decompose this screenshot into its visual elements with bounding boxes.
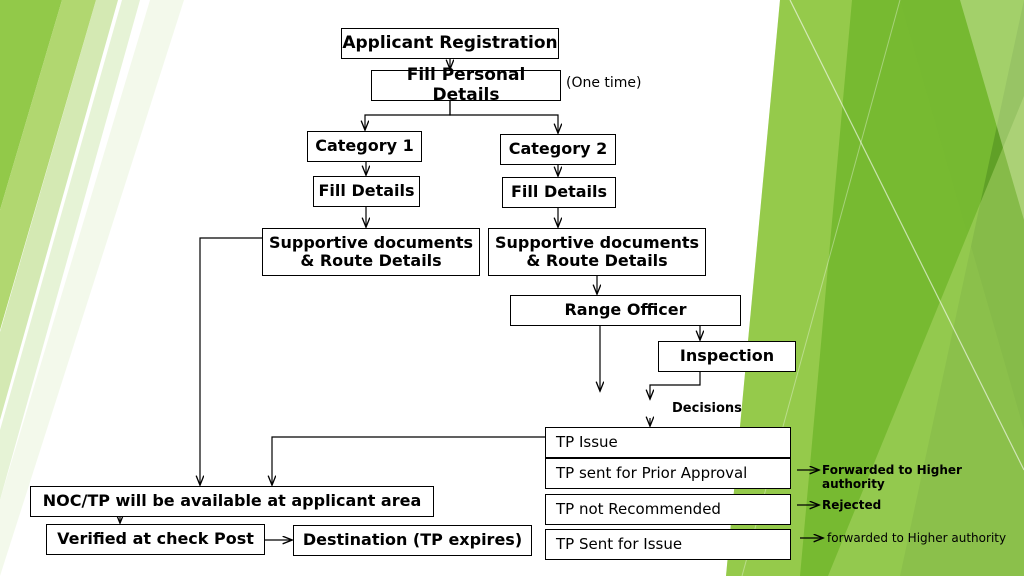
box-tp-not-recommended[interactable]: TP not Recommended bbox=[545, 494, 791, 525]
box-tp-sent-for-issue[interactable]: TP Sent for Issue bbox=[545, 529, 791, 560]
annotation-forwarded-to-higher-authority-2: forwarded to Higher authority bbox=[827, 531, 1007, 545]
box-supportive-documents-category-1[interactable]: Supportive documents & Route Details bbox=[262, 228, 480, 276]
box-tp-sent-for-prior-approval[interactable]: TP sent for Prior Approval bbox=[545, 458, 791, 489]
annotation-forwarded-to-higher-authority-1: Forwarded to Higher authority bbox=[822, 463, 962, 491]
box-verified-at-check-post[interactable]: Verified at check Post bbox=[46, 524, 265, 555]
box-category-1[interactable]: Category 1 bbox=[307, 131, 422, 162]
box-destination-tp-expires[interactable]: Destination (TP expires) bbox=[293, 525, 532, 556]
box-tp-issue[interactable]: TP Issue bbox=[545, 427, 791, 458]
box-supportive-documents-category-2[interactable]: Supportive documents & Route Details bbox=[488, 228, 706, 276]
box-inspection[interactable]: Inspection bbox=[658, 341, 796, 372]
box-fill-details-category-1[interactable]: Fill Details bbox=[313, 176, 420, 207]
annotation-decisions: Decisions bbox=[672, 401, 742, 416]
box-applicant-registration[interactable]: Applicant Registration bbox=[341, 28, 559, 59]
slide-canvas: Applicant Registration Fill Personal Det… bbox=[0, 0, 1024, 576]
annotation-one-time: (One time) bbox=[566, 75, 642, 91]
box-fill-details-category-2[interactable]: Fill Details bbox=[502, 177, 616, 208]
box-range-officer[interactable]: Range Officer bbox=[510, 295, 741, 326]
box-fill-personal-details[interactable]: Fill Personal Details bbox=[371, 65, 561, 104]
annotation-rejected: Rejected bbox=[822, 498, 882, 512]
box-noc-tp-available-at-applicant-area[interactable]: NOC/TP will be available at applicant ar… bbox=[30, 486, 434, 517]
box-category-2[interactable]: Category 2 bbox=[500, 134, 616, 165]
